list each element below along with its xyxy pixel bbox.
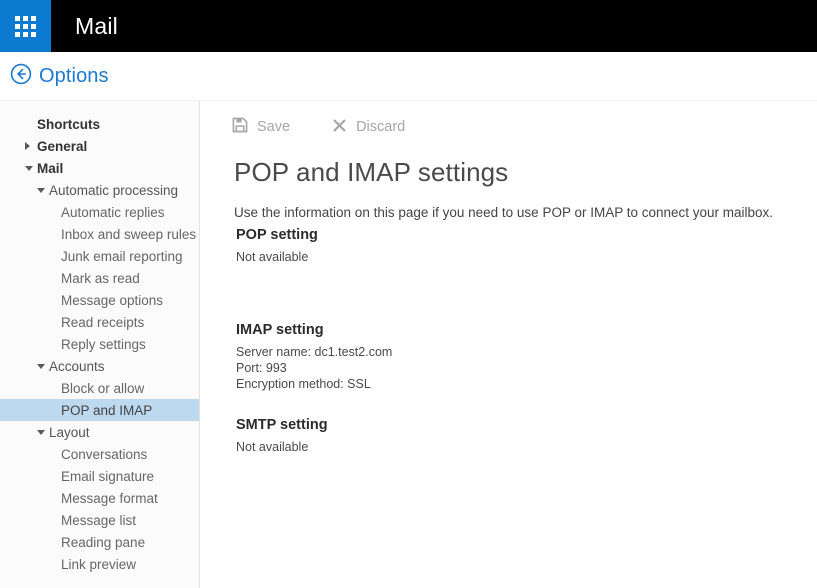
floppy-disk-icon: [232, 117, 248, 137]
sidebar-item-label: POP and IMAP: [61, 403, 152, 418]
chevron-down-icon[interactable]: [25, 166, 33, 171]
discard-button[interactable]: Discard: [332, 118, 405, 137]
imap-setting-body: Server name: dc1.test2.comPort: 993Encry…: [236, 344, 392, 392]
smtp-setting-line: Not available: [236, 439, 328, 455]
chevron-down-icon[interactable]: [37, 430, 45, 435]
sidebar-item-label: Reply settings: [61, 337, 146, 352]
pop-setting-line: Not available: [236, 249, 318, 265]
options-label: Options: [39, 65, 109, 88]
sidebar-item-shortcuts[interactable]: Shortcuts: [0, 113, 199, 135]
save-label: Save: [257, 119, 290, 135]
main-content: Save Discard POP and IMAP settings Use t…: [201, 101, 817, 588]
app-launcher-button[interactable]: [0, 0, 51, 52]
sidebar-item-label: Shortcuts: [37, 117, 100, 132]
chevron-right-icon[interactable]: [25, 142, 30, 150]
back-to-mail-button[interactable]: Options: [10, 63, 109, 90]
sidebar-item-message-list[interactable]: Message list: [0, 509, 199, 531]
imap-setting-line: Encryption method: SSL: [236, 376, 392, 392]
sidebar-item-general[interactable]: General: [0, 135, 199, 157]
sidebar-item-label: Reading pane: [61, 535, 145, 550]
sidebar-item-message-options[interactable]: Message options: [0, 289, 199, 311]
sidebar-item-label: Automatic processing: [49, 183, 178, 198]
imap-setting-title: IMAP setting: [236, 322, 392, 338]
sidebar-item-message-format[interactable]: Message format: [0, 487, 199, 509]
sidebar-item-label: Block or allow: [61, 381, 144, 396]
close-x-icon: [332, 118, 347, 137]
save-button[interactable]: Save: [232, 117, 290, 137]
sidebar-item-label: Automatic replies: [61, 205, 165, 220]
page-title: POP and IMAP settings: [234, 157, 817, 188]
sidebar-item-label: Accounts: [49, 359, 105, 374]
sidebar-item-automatic-replies[interactable]: Automatic replies: [0, 201, 199, 223]
smtp-setting-title: SMTP setting: [236, 417, 328, 433]
sidebar-item-reply-settings[interactable]: Reply settings: [0, 333, 199, 355]
smtp-setting-body: Not available: [236, 439, 328, 455]
chevron-down-icon[interactable]: [37, 188, 45, 193]
chevron-down-icon[interactable]: [37, 364, 45, 369]
content-toolbar: Save Discard: [232, 111, 817, 143]
sidebar-item-label: Link preview: [61, 557, 136, 572]
pop-setting-section: POP setting Not available: [236, 227, 318, 265]
sidebar-item-label: Mark as read: [61, 271, 140, 286]
sidebar-item-inbox-and-sweep-rules[interactable]: Inbox and sweep rules: [0, 223, 199, 245]
sidebar-item-mail[interactable]: Mail: [0, 157, 199, 179]
discard-label: Discard: [356, 119, 405, 135]
sidebar-item-label: Read receipts: [61, 315, 144, 330]
sidebar-item-label: Email signature: [61, 469, 154, 484]
sidebar-item-label: General: [37, 139, 87, 154]
sidebar-item-label: Conversations: [61, 447, 147, 462]
imap-setting-section: IMAP setting Server name: dc1.test2.comP…: [236, 322, 392, 392]
sidebar-item-block-or-allow[interactable]: Block or allow: [0, 377, 199, 399]
app-header: Mail: [0, 0, 817, 52]
app-title: Mail: [51, 0, 118, 52]
sidebar-item-label: Inbox and sweep rules: [61, 227, 196, 242]
sidebar-item-label: Message options: [61, 293, 163, 308]
sidebar-item-conversations[interactable]: Conversations: [0, 443, 199, 465]
sidebar-item-link-preview[interactable]: Link preview: [0, 553, 199, 575]
sidebar-item-layout[interactable]: Layout: [0, 421, 199, 443]
pop-setting-title: POP setting: [236, 227, 318, 243]
sidebar-item-label: Message format: [61, 491, 158, 506]
sidebar-item-email-signature[interactable]: Email signature: [0, 465, 199, 487]
sidebar-item-label: Message list: [61, 513, 136, 528]
sidebar-item-label: Layout: [49, 425, 90, 440]
page-description: Use the information on this page if you …: [234, 205, 817, 220]
sidebar-item-mark-as-read[interactable]: Mark as read: [0, 267, 199, 289]
sidebar-item-automatic-processing[interactable]: Automatic processing: [0, 179, 199, 201]
sidebar-item-label: Mail: [37, 161, 63, 176]
sidebar-item-pop-and-imap[interactable]: POP and IMAP: [0, 399, 199, 421]
sidebar-item-reading-pane[interactable]: Reading pane: [0, 531, 199, 553]
options-sidebar: Shortcuts General Mail Automatic processing…: [0, 101, 200, 588]
sidebar-item-accounts[interactable]: Accounts: [0, 355, 199, 377]
circled-back-arrow-icon: [10, 63, 32, 90]
sidebar-item-read-receipts[interactable]: Read receipts: [0, 311, 199, 333]
smtp-setting-section: SMTP setting Not available: [236, 417, 328, 455]
imap-setting-line: Server name: dc1.test2.com: [236, 344, 392, 360]
waffle-grid-icon: [15, 16, 36, 37]
sidebar-item-junk-email-reporting[interactable]: Junk email reporting: [0, 245, 199, 267]
pop-setting-body: Not available: [236, 249, 318, 265]
options-bar: Options: [0, 52, 817, 100]
sidebar-item-label: Junk email reporting: [61, 249, 183, 264]
imap-setting-line: Port: 993: [236, 360, 392, 376]
